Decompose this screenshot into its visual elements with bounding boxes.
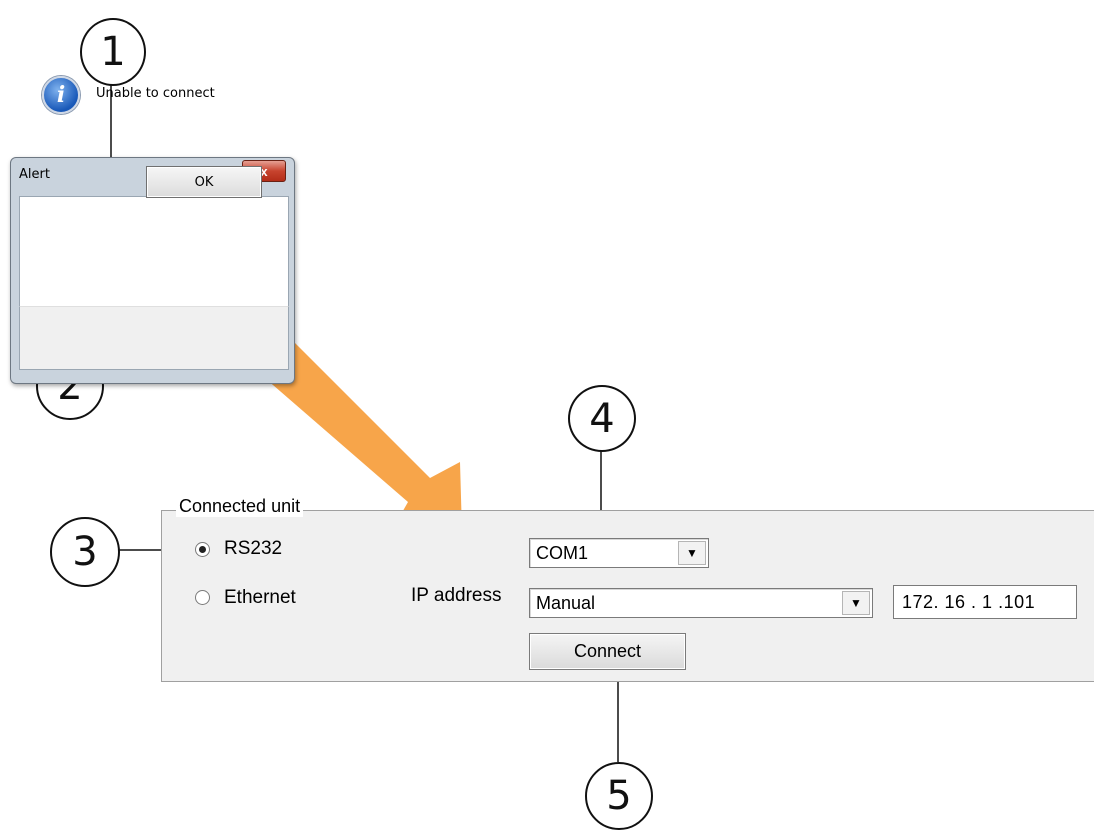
callout-4: 4 (568, 385, 636, 452)
annotation-layer (99, 82, 623, 762)
ip-mode-select[interactable]: Manual ▼ (529, 588, 873, 618)
com-port-select[interactable]: COM1 ▼ (529, 538, 709, 568)
alert-body (19, 196, 289, 307)
ip-mode-value: Manual (536, 593, 596, 613)
com-port-value: COM1 (536, 543, 589, 563)
chevron-down-icon[interactable]: ▼ (842, 591, 870, 615)
ok-button[interactable]: OK (146, 166, 262, 198)
alert-footer (19, 306, 289, 370)
callout-1: 1 (80, 18, 146, 86)
ip-address-field[interactable]: 172. 16 . 1 .101 (893, 585, 1077, 619)
callout-3: 3 (50, 517, 120, 587)
chevron-down-icon[interactable]: ▼ (678, 541, 706, 565)
radio-rs232-label[interactable]: RS232 (224, 538, 282, 560)
ip-address-value: 172. 16 . 1 .101 (902, 592, 1036, 612)
info-icon: i (42, 76, 80, 114)
radio-rs232[interactable] (195, 542, 210, 557)
radio-ethernet[interactable] (195, 590, 210, 605)
group-label: Connected unit (176, 496, 304, 517)
ip-address-label: IP address (411, 585, 502, 606)
callout-5: 5 (585, 762, 653, 830)
alert-title: Alert (19, 167, 50, 182)
radio-ethernet-label[interactable]: Ethernet (224, 587, 296, 609)
connect-button[interactable]: Connect (529, 633, 686, 670)
alert-message: Unable to connect (96, 86, 215, 101)
